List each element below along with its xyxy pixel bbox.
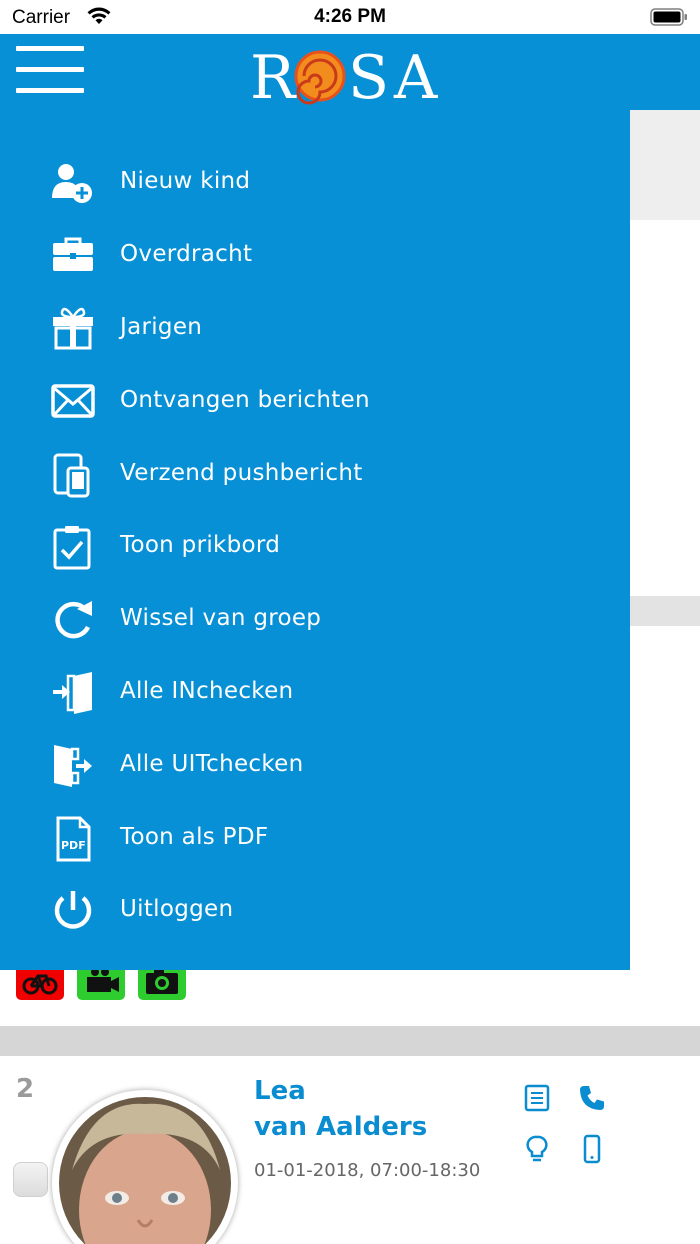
menu-item-nieuw-kind[interactable]: Nieuw kind xyxy=(0,146,630,218)
background-separator xyxy=(0,1026,700,1056)
power-icon xyxy=(54,891,92,929)
rosa-logo-graphic: R S A xyxy=(250,43,438,113)
sign-in-icon xyxy=(53,672,92,714)
menu-label: Alle INchecken xyxy=(120,678,294,704)
navigation-drawer: Nieuw kind Overdracht Jarigen Ontvangen … xyxy=(0,110,630,970)
pdf-icon: PDF xyxy=(56,816,91,862)
menu-label: Nieuw kind xyxy=(120,168,251,194)
child-card[interactable]: 2 Lea van Aalders 01-01-2018, 07:00-18:3… xyxy=(0,1056,700,1244)
child-number: 2 xyxy=(16,1074,35,1104)
child-date-time: 01-01-2018, 07:00-18:30 xyxy=(254,1160,481,1181)
menu-label: Verzend pushbericht xyxy=(120,460,363,486)
menu-item-alle-inchecken[interactable]: Alle INchecken xyxy=(0,656,630,728)
menu-label: Uitloggen xyxy=(120,896,234,922)
phone-icon[interactable] xyxy=(577,1083,607,1113)
status-bar: Carrier 4:26 PM xyxy=(0,0,700,34)
menu-item-toon-prikbord[interactable]: Toon prikbord xyxy=(0,510,630,582)
menu-label: Alle UITchecken xyxy=(120,751,304,777)
menu-item-jarigen[interactable]: Jarigen xyxy=(0,292,630,364)
briefcase-icon xyxy=(53,237,93,271)
menu-item-wissel-van-groep[interactable]: Wissel van groep xyxy=(0,583,630,655)
menu-label: Toon als PDF xyxy=(120,824,269,850)
child-first-name[interactable]: Lea xyxy=(254,1076,306,1106)
menu-item-uitloggen[interactable]: Uitloggen xyxy=(0,874,630,946)
clipboard-check-icon xyxy=(53,526,91,570)
notes-icon[interactable] xyxy=(522,1083,552,1113)
envelope-icon xyxy=(51,384,95,418)
battery-icon xyxy=(650,8,687,26)
child-last-name[interactable]: van Aalders xyxy=(254,1112,427,1142)
menu-item-verzend-pushbericht[interactable]: Verzend pushbericht xyxy=(0,438,630,510)
svg-text:S: S xyxy=(348,43,389,106)
menu-label: Wissel van groep xyxy=(120,605,322,631)
rosa-logo: R S A xyxy=(250,40,450,113)
mobile-icon[interactable] xyxy=(577,1134,607,1164)
menu-label: Jarigen xyxy=(120,314,203,340)
hamburger-menu-icon[interactable] xyxy=(16,46,86,94)
menu-label: Ontvangen berichten xyxy=(120,387,370,413)
devices-icon xyxy=(53,453,90,498)
svg-text:A: A xyxy=(393,43,438,106)
child-checkbox[interactable] xyxy=(13,1162,48,1197)
sign-out-icon xyxy=(54,745,92,787)
refresh-icon xyxy=(55,601,92,639)
menu-item-ontvangen-berichten[interactable]: Ontvangen berichten xyxy=(0,365,630,437)
app-header: R S A xyxy=(0,34,700,113)
menu-label: Toon prikbord xyxy=(120,532,281,558)
menu-item-alle-uitchecken[interactable]: Alle UITchecken xyxy=(0,729,630,801)
child-avatar[interactable] xyxy=(52,1090,238,1244)
add-user-icon xyxy=(52,164,92,203)
clock: 4:26 PM xyxy=(314,6,386,27)
svg-text:R: R xyxy=(250,43,297,106)
menu-item-overdracht[interactable]: Overdracht xyxy=(0,219,630,291)
menu-label: Overdracht xyxy=(120,241,253,267)
menu-item-toon-als-pdf[interactable]: PDF Toon als PDF xyxy=(0,802,630,874)
gift-icon xyxy=(53,307,93,350)
svg-text:PDF: PDF xyxy=(61,839,86,852)
lightbulb-icon[interactable] xyxy=(522,1134,552,1164)
